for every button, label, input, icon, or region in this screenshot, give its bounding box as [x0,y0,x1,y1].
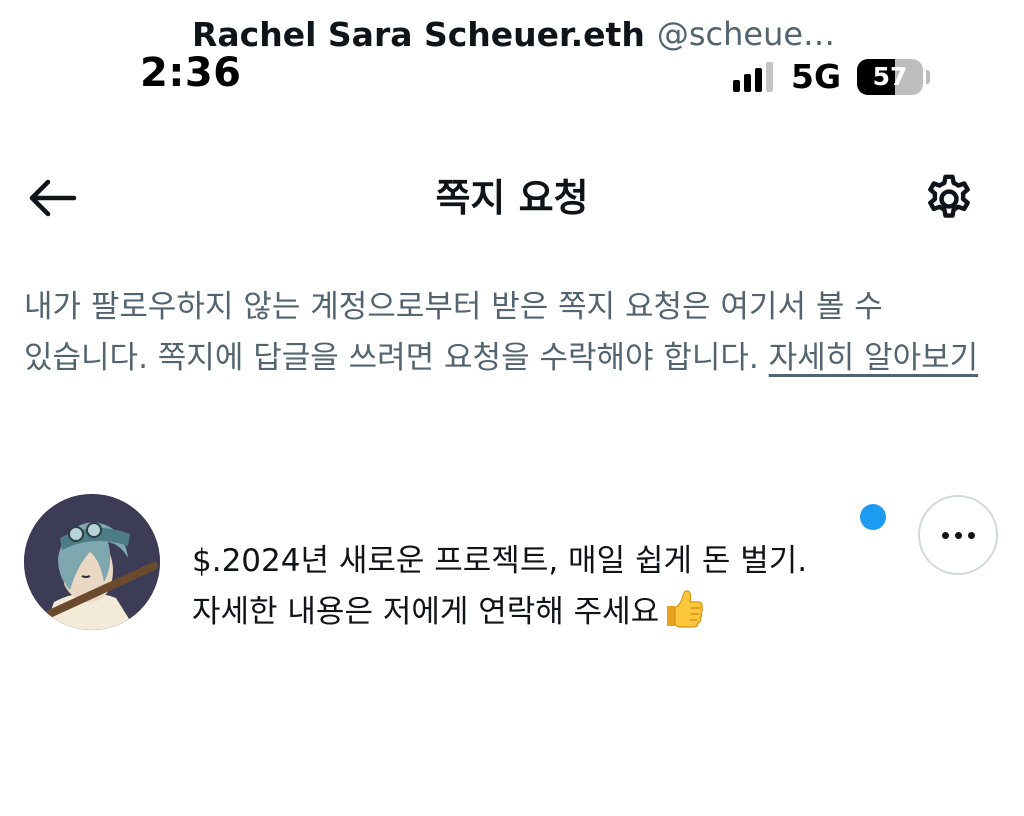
signal-strength-icon [733,62,773,92]
more-dot-icon [967,531,975,539]
message-preview-text: 자세한 내용은 저에게 연락해 주세요 [192,594,660,630]
signal-bar [766,62,773,92]
sender-line: Rachel Sara Scheuer.eth @scheuer... [192,10,842,58]
gear-icon [928,174,970,218]
message-preview-line: 자세한 내용은 저에게 연락해 주세요 [192,586,912,645]
message-requests-description: 내가 팔로우하지 않는 계정으로부터 받은 쪽지 요청은 여기서 볼 수 있습니… [24,282,1000,384]
description-text: 내가 팔로우하지 않는 계정으로부터 받은 쪽지 요청은 여기서 볼 수 있습니… [24,289,883,376]
page-title: 쪽지 요청 [435,176,589,220]
status-indicators: 5G 57 [733,57,931,96]
more-options-button[interactable] [918,495,998,575]
signal-bar [733,80,740,92]
more-dot-icon [954,531,962,539]
signal-bar [755,68,762,92]
unread-indicator [860,504,886,530]
learn-more-link[interactable]: 자세히 알아보기 [769,340,979,376]
sender-handle: @scheuer... [656,15,842,53]
settings-button[interactable] [918,168,980,230]
message-requests-screen: 2:36 5G 57 쪽지 요청 내가 팔로우하지 않는 계정으로부터 받은 쪽… [0,0,1024,816]
signal-bar [744,74,751,92]
more-dot-icon [941,531,949,539]
message-preview: $.2024년 새로운 프로젝트, 매일 쉽게 돈 벌기. 자세한 내용은 저에… [192,536,912,645]
battery-cap [926,70,931,84]
network-type: 5G [791,57,842,96]
thumbs-up-icon [661,586,705,645]
sender-name: Rachel Sara Scheuer.eth [192,14,645,54]
battery-icon: 57 [857,59,924,95]
avatar[interactable] [24,494,160,630]
avatar-illustration [24,494,160,630]
message-preview-line: $.2024년 새로운 프로젝트, 매일 쉽게 돈 벌기. [192,543,808,579]
battery-level: 57 [872,62,908,91]
